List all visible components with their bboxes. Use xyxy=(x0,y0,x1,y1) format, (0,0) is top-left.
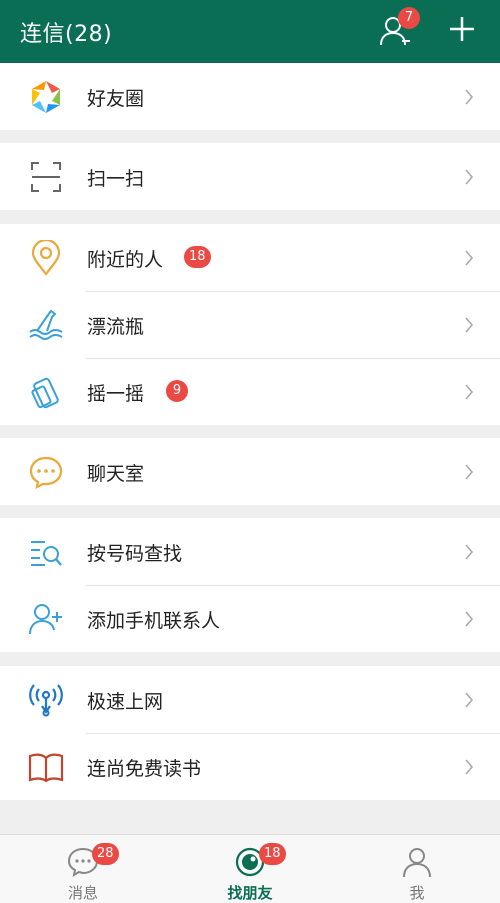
tab-messages[interactable]: 28 消息 xyxy=(0,835,166,903)
menu-item-label: 漂流瓶 xyxy=(87,316,145,338)
menu-group-services: 极速上网 连尚免费读书 xyxy=(0,666,500,800)
chevron-right-icon xyxy=(465,384,474,400)
menu-item-shake[interactable]: 摇一摇 9 xyxy=(0,358,500,425)
tab-label: 我 xyxy=(409,884,425,902)
book-icon xyxy=(28,753,64,783)
shake-phone-icon xyxy=(31,377,59,409)
find-friends-badge: 18 xyxy=(259,843,286,865)
menu-item-label: 极速上网 xyxy=(87,691,164,713)
menu-item-fast-internet[interactable]: 极速上网 xyxy=(0,666,500,733)
menu-group-chatroom: 聊天室 xyxy=(0,438,500,505)
tab-label: 找朋友 xyxy=(227,884,273,902)
add-icon[interactable] xyxy=(447,14,477,44)
menu-item-add-phone-contacts[interactable]: 添加手机联系人 xyxy=(0,585,500,652)
menu-item-label: 好友圈 xyxy=(87,88,145,110)
menu-item-search-by-number[interactable]: 按号码查找 xyxy=(0,518,500,585)
chevron-right-icon xyxy=(465,169,474,185)
menu-item-label: 连尚免费读书 xyxy=(87,758,202,780)
page-title: 连信(28) xyxy=(20,22,113,47)
add-contact-icon xyxy=(29,604,62,635)
menu-item-drift-bottle[interactable]: 漂流瓶 xyxy=(0,291,500,358)
nearby-badge: 18 xyxy=(184,246,211,268)
tab-find-friends[interactable]: 18 找朋友 xyxy=(167,835,333,903)
contacts-badge: 7 xyxy=(398,7,420,29)
chevron-right-icon xyxy=(465,544,474,560)
menu-item-nearby[interactable]: 附近的人 18 xyxy=(0,224,500,291)
moments-icon xyxy=(32,81,60,113)
top-bar: 连信(28) 7 xyxy=(0,0,500,63)
search-list-icon xyxy=(31,541,62,566)
menu-item-label: 聊天室 xyxy=(87,463,145,485)
person-icon xyxy=(403,848,431,878)
drift-bottle-icon xyxy=(29,309,63,340)
wifi-signal-icon xyxy=(29,684,63,717)
chevron-right-icon xyxy=(465,464,474,480)
messages-badge: 28 xyxy=(92,843,119,865)
tab-me[interactable]: 我 xyxy=(334,835,500,903)
menu-item-scan[interactable]: 扫一扫 xyxy=(0,143,500,210)
chevron-right-icon xyxy=(465,317,474,333)
menu-item-label: 按号码查找 xyxy=(87,543,183,565)
menu-group-discover: 附近的人 18 漂流瓶 摇一摇 9 xyxy=(0,224,500,425)
chat-bubble-icon xyxy=(29,456,63,489)
menu-item-label: 扫一扫 xyxy=(87,168,145,190)
chevron-right-icon xyxy=(465,759,474,775)
chevron-right-icon xyxy=(465,250,474,266)
menu-item-label: 添加手机联系人 xyxy=(87,610,221,632)
shake-badge: 9 xyxy=(166,380,188,402)
chevron-right-icon xyxy=(465,692,474,708)
bottom-tab-bar: 28 消息 18 找朋友 我 xyxy=(0,834,500,903)
menu-group-moments: 好友圈 xyxy=(0,63,500,130)
menu-item-label: 附近的人 xyxy=(87,249,164,271)
menu-item-chatroom[interactable]: 聊天室 xyxy=(0,438,500,505)
tab-label: 消息 xyxy=(67,884,98,902)
menu-group-scan: 扫一扫 xyxy=(0,143,500,210)
chevron-right-icon xyxy=(465,89,474,105)
scan-icon xyxy=(31,162,61,192)
menu-item-label: 摇一摇 xyxy=(87,383,145,405)
location-pin-icon xyxy=(31,240,61,276)
chevron-right-icon xyxy=(465,611,474,627)
menu-item-free-reading[interactable]: 连尚免费读书 xyxy=(0,733,500,800)
menu-item-moments[interactable]: 好友圈 xyxy=(0,63,500,130)
menu-group-find-friends: 按号码查找 添加手机联系人 xyxy=(0,518,500,652)
